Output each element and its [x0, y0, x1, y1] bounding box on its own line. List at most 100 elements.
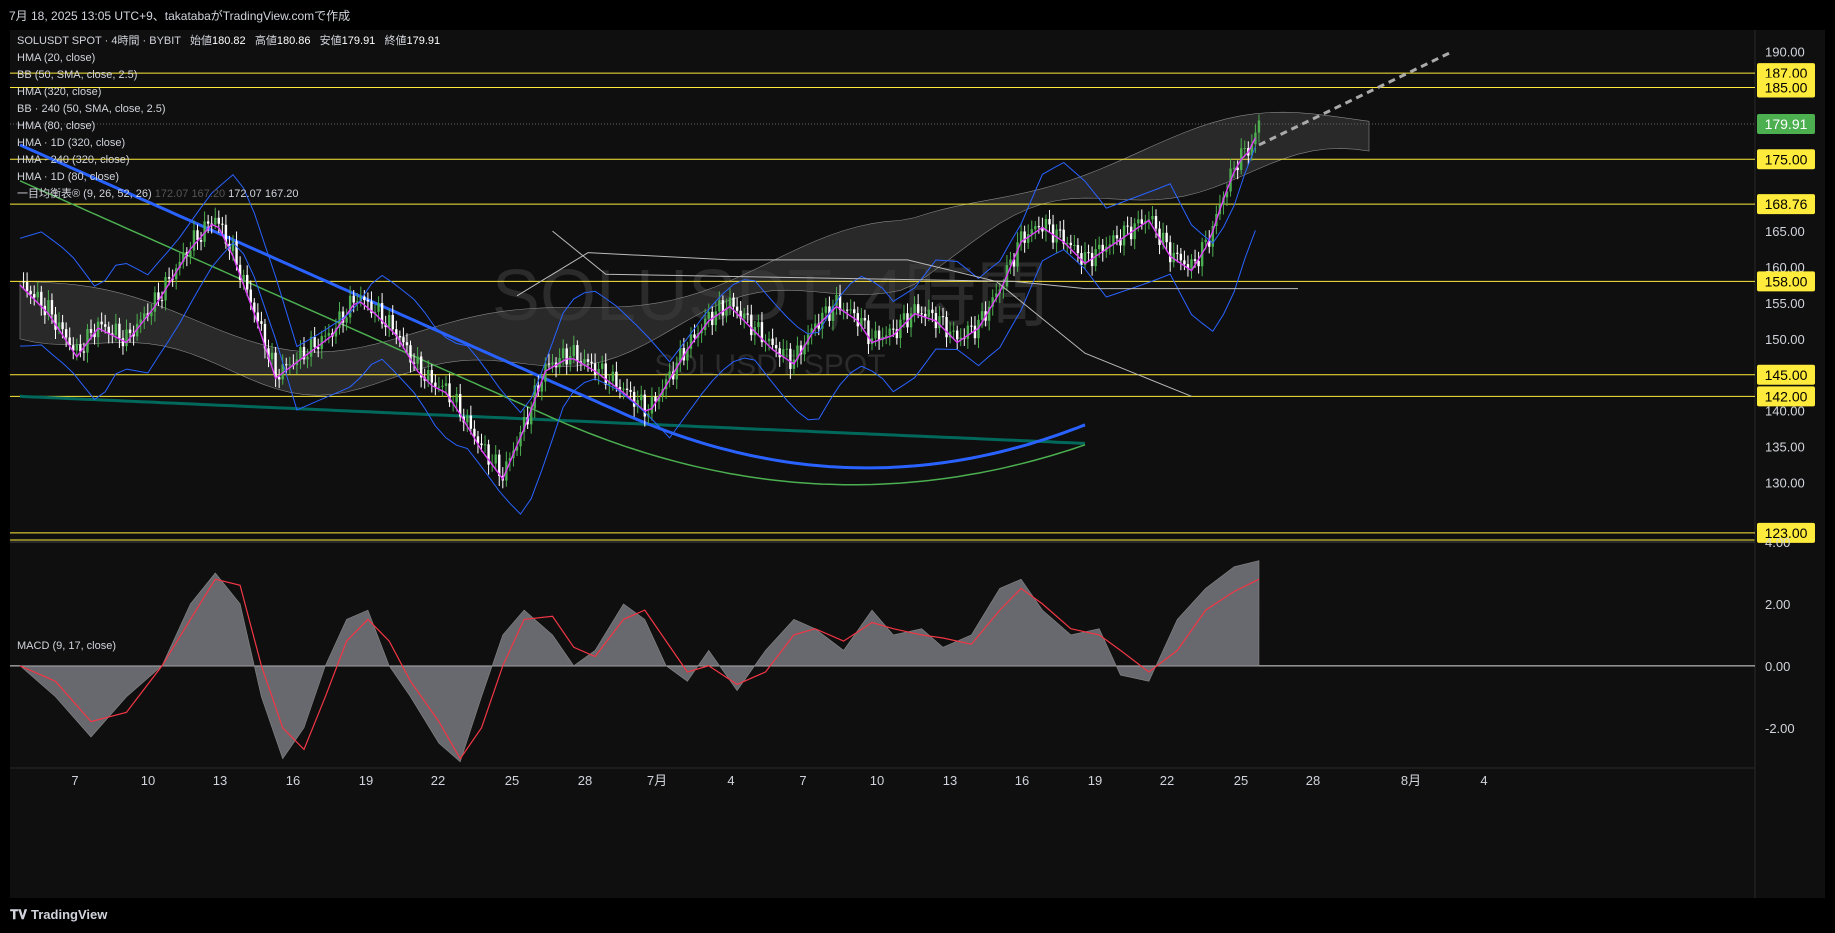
candle-body: [714, 311, 717, 326]
candle-body: [153, 292, 157, 312]
candle-body: [405, 342, 409, 346]
legend-indicator[interactable]: HMA (80, close): [17, 118, 440, 135]
time-tick-label: 10: [870, 773, 884, 788]
candle-body: [494, 454, 497, 464]
candle-body: [1169, 242, 1172, 263]
candle-body: [25, 281, 29, 291]
time-tick-label: 8月: [1401, 773, 1421, 788]
candle-body: [849, 309, 852, 311]
candle-body: [260, 321, 263, 324]
chart-caption: 7月 18, 2025 13:05 UTC+9、takatabaがTrading…: [9, 9, 351, 23]
legend-high: 180.86: [276, 35, 311, 47]
candle-body: [863, 318, 867, 321]
candle-body: [196, 230, 199, 241]
top-caption-bar: 7月 18, 2025 13:05 UTC+9、takatabaがTrading…: [0, 0, 1835, 30]
candle-body: [586, 359, 590, 362]
candle-body: [100, 321, 103, 325]
candle-body: [434, 382, 437, 387]
candle-body: [36, 291, 39, 298]
candle-body: [1179, 253, 1183, 261]
candle-body: [640, 394, 643, 401]
candle-body: [892, 328, 895, 330]
candle-body: [650, 396, 654, 414]
candle-body: [707, 311, 710, 319]
candle-body: [128, 329, 132, 334]
price-tick-label: 135.00: [1765, 440, 1805, 455]
candle-body: [615, 371, 618, 387]
legend-open: 180.82: [212, 35, 246, 47]
candle-body: [160, 300, 164, 302]
candle-body: [480, 443, 483, 446]
legend-low: 179.91: [341, 35, 376, 47]
legend-indicator[interactable]: BB (50, SMA, close, 2.5): [17, 67, 440, 84]
candle-body: [561, 348, 565, 358]
candle-body: [1243, 147, 1246, 149]
legend-open-label: 始値: [190, 35, 212, 47]
time-tick-label: 10: [141, 773, 155, 788]
tradingview-logo[interactable]: 𝐓𝐕 TradingView: [10, 907, 107, 923]
price-level-tag-text: 168.76: [1765, 196, 1808, 212]
candle-body: [125, 329, 128, 347]
candle-body: [888, 328, 891, 336]
legend-indicator[interactable]: HMA (20, close): [17, 50, 440, 67]
candle-body: [956, 330, 959, 340]
candle-body: [845, 309, 849, 311]
candle-body: [313, 336, 316, 348]
candle-body: [902, 313, 906, 320]
candle-body: [352, 295, 355, 303]
candle-body: [874, 330, 877, 339]
candle-body: [274, 352, 277, 378]
candle-body: [718, 300, 721, 312]
candle-body: [1076, 245, 1080, 253]
legend-indicator[interactable]: HMA · 1D (80, close): [17, 169, 440, 186]
candle-body: [611, 371, 615, 382]
candle-body: [288, 364, 291, 366]
candle-body: [285, 364, 288, 366]
candle-body: [430, 369, 433, 383]
legend-indicator[interactable]: HMA · 240 (320, close): [17, 152, 440, 169]
time-tick-label: 16: [286, 773, 300, 788]
candle-body: [853, 309, 856, 314]
legend-ichimoku[interactable]: 一目均衡表® (9, 26, 52, 26) 172.07 167.20 172…: [17, 186, 440, 203]
candle-body: [583, 359, 586, 364]
candle-body: [952, 330, 955, 332]
candle-body: [246, 274, 249, 290]
candle-body: [1023, 231, 1026, 243]
candle-body: [551, 362, 554, 365]
candle-body: [29, 290, 32, 295]
candle-body: [348, 295, 352, 318]
candle-body: [50, 300, 54, 315]
candle-body: [743, 313, 746, 319]
candle-body: [441, 385, 444, 387]
time-tick-label: 25: [1234, 773, 1248, 788]
candle-body: [391, 315, 394, 330]
candle-body: [167, 277, 171, 279]
candle-body: [916, 304, 920, 314]
last-price-tag-text: 179.91: [1765, 116, 1808, 132]
legend-indicator[interactable]: HMA · 1D (320, close): [17, 135, 440, 152]
price-tick-label: 150.00: [1765, 332, 1805, 347]
candle-body: [973, 325, 977, 339]
candle-body: [693, 334, 696, 338]
candle-body: [966, 325, 970, 339]
candle-body: [927, 309, 930, 317]
legend-indicator[interactable]: BB · 240 (50, SMA, close, 2.5): [17, 101, 440, 118]
legend-indicator[interactable]: HMA (320, close): [17, 84, 440, 101]
candle-body: [402, 337, 405, 343]
candle-body: [913, 304, 916, 314]
candle-body: [327, 333, 331, 336]
candle-body: [941, 316, 945, 318]
candle-body: [1016, 242, 1019, 267]
time-tick-label: 25: [505, 773, 519, 788]
candle-body: [277, 377, 281, 380]
candle-body: [1140, 219, 1143, 224]
candle-body: [118, 323, 121, 339]
legend-low-label: 安値: [319, 35, 342, 47]
candle-body: [427, 369, 430, 381]
candle-body: [469, 415, 473, 429]
candle-body: [242, 274, 245, 280]
macd-label[interactable]: MACD (9, 17, close): [17, 640, 116, 652]
price-level-tag-text: 158.00: [1765, 273, 1808, 289]
candle-body: [789, 348, 792, 369]
legend-ichimoku-value: 167.20: [264, 188, 299, 200]
